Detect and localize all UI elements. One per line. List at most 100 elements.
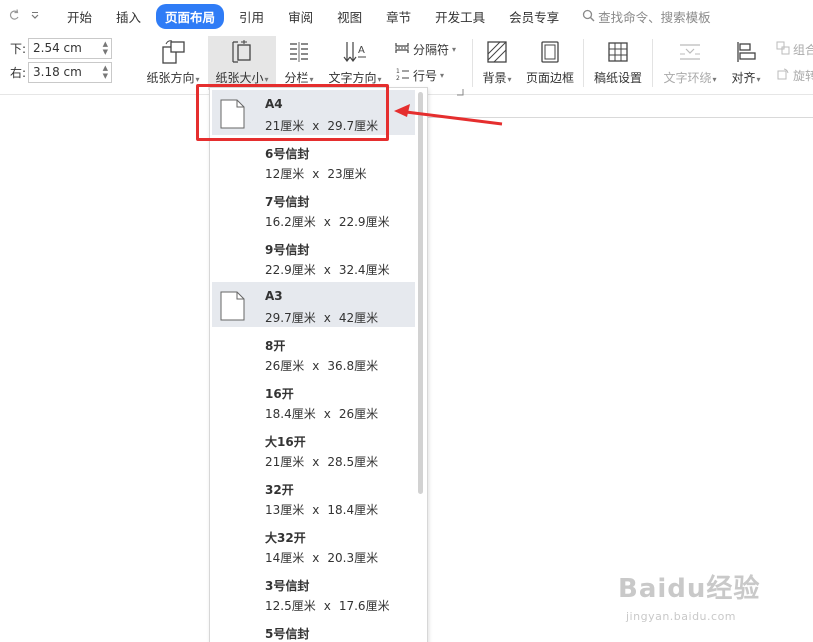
manuscript-icon	[607, 37, 629, 67]
paper-size-option[interactable]: 5号信封	[212, 618, 415, 642]
ribbon: ▲▼ 下: 2.54 cm ▲▼ ▲▼ 右: 3.18 cm ▲▼ 纸张方向▾ …	[0, 33, 813, 96]
paper-width: 22.9厘米	[265, 263, 316, 277]
paper-size-name: 8开	[265, 339, 286, 353]
tab-references[interactable]: 引用	[230, 4, 273, 29]
svg-text:A: A	[358, 45, 365, 56]
page-border-label: 页面边框	[525, 71, 574, 85]
tab-insert[interactable]: 插入	[107, 4, 150, 29]
page-border-icon	[540, 37, 560, 67]
rotate-label: 旋转	[793, 69, 813, 83]
paper-size-option[interactable]: 6号信封 12厘米 x 23厘米	[212, 138, 415, 183]
line-number-label: 行号	[413, 69, 438, 83]
margin-bottom-value: 2.54 cm	[33, 40, 82, 55]
tab-view[interactable]: 视图	[328, 4, 371, 29]
ribbon-divider	[472, 39, 473, 87]
paper-height: 42厘米	[338, 311, 379, 325]
paper-size-option[interactable]: 7号信封 16.2厘米 x 22.9厘米	[212, 186, 415, 231]
background-button[interactable]: 背景▾	[478, 37, 516, 86]
rotate-button[interactable]: 旋转	[776, 67, 813, 84]
paper-height: 18.4厘米	[327, 503, 379, 517]
watermark-brand: Baidu经验	[618, 574, 761, 604]
paper-size-option[interactable]: 9号信封 22.9厘米 x 32.4厘米	[212, 234, 415, 279]
line-number-icon: 12	[396, 67, 410, 84]
dims-separator: x	[312, 551, 320, 565]
paper-width: 16.2厘米	[265, 215, 316, 229]
text-wrap-button[interactable]: 文字环绕▾	[660, 37, 720, 86]
dims-separator: x	[323, 407, 331, 421]
customize-dropdown-icon[interactable]	[30, 10, 40, 24]
paper-size-name: 7号信封	[265, 195, 310, 209]
paper-size-option[interactable]: A3 29.7厘米 x 42厘米	[212, 282, 415, 327]
dims-separator: x	[312, 503, 320, 517]
command-search[interactable]: 查找命令、搜索模板	[582, 7, 711, 26]
margin-right-label: 右:	[9, 65, 26, 80]
group-button[interactable]: 组合	[776, 41, 813, 58]
group-icon	[776, 41, 790, 58]
columns-button[interactable]: 分栏▾	[280, 37, 318, 86]
paper-size-option[interactable]: 8开 26厘米 x 36.8厘米	[212, 330, 415, 375]
margin-right-value: 3.18 cm	[33, 64, 82, 79]
paper-size-name: 32开	[265, 483, 294, 497]
paper-size-dimensions: 26厘米 x 36.8厘米	[265, 357, 378, 374]
tab-home[interactable]: 开始	[58, 4, 101, 29]
tab-review[interactable]: 审阅	[279, 4, 322, 29]
paper-size-dimensions: 12厘米 x 23厘米	[265, 165, 367, 182]
paper-width: 12厘米	[265, 167, 305, 181]
paper-size-icon	[230, 37, 254, 67]
paper-size-name: A3	[265, 289, 283, 303]
baidu-watermark: Baidu经验 jingyan.baidu.com	[618, 566, 778, 636]
spinner-icon[interactable]: ▲ ▼	[103, 40, 108, 56]
margin-right-input[interactable]: 3.18 cm ▲ ▼	[28, 61, 112, 83]
dims-separator: x	[323, 311, 331, 325]
paper-size-dimensions: 16.2厘米 x 22.9厘米	[265, 213, 390, 230]
menu-bar: 开始 插入 页面布局 引用 审阅 视图 章节 开发工具 会员专享 查找命令、搜索…	[0, 0, 813, 33]
separator-label: 分隔符	[413, 43, 450, 57]
tab-page-layout[interactable]: 页面布局	[156, 4, 225, 29]
background-icon	[486, 37, 508, 67]
align-label: 对齐	[731, 71, 756, 85]
line-number-button[interactable]: 12 行号 ▾	[396, 67, 444, 84]
manuscript-settings-button[interactable]: 稿纸设置	[590, 37, 646, 86]
align-button[interactable]: 对齐▾	[728, 37, 764, 86]
tab-developer[interactable]: 开发工具	[426, 4, 494, 29]
tab-section[interactable]: 章节	[377, 4, 420, 29]
dims-separator: x	[312, 455, 320, 469]
paper-size-name: 大16开	[265, 435, 306, 449]
paper-height: 26厘米	[338, 407, 379, 421]
paper-size-option[interactable]: 3号信封 12.5厘米 x 17.6厘米	[212, 570, 415, 615]
paper-size-name: 6号信封	[265, 147, 310, 161]
paper-size-name: 16开	[265, 387, 294, 401]
columns-icon	[287, 37, 311, 67]
paper-size-option[interactable]: 大16开 21厘米 x 28.5厘米	[212, 426, 415, 471]
dims-separator: x	[323, 263, 331, 277]
paper-size-dropdown: A4 21厘米 x 29.7厘米 6号信封 12厘米 x 23厘米 7号信封 16.2厘米 x 22.…	[209, 87, 428, 642]
text-direction-button[interactable]: A 文字方向▾	[324, 37, 386, 86]
orientation-label: 纸张方向	[146, 71, 195, 85]
dropdown-scrollbar-thumb[interactable]	[418, 92, 423, 494]
orientation-button[interactable]: 纸张方向▾	[142, 37, 204, 86]
separator-button[interactable]: 分隔符 ▾	[394, 41, 456, 58]
paper-size-option[interactable]: 大32开 14厘米 x 20.3厘米	[212, 522, 415, 567]
paper-size-name: 5号信封	[265, 627, 310, 641]
paper-size-option[interactable]: 32开 13厘米 x 18.4厘米	[212, 474, 415, 519]
dims-separator: x	[323, 215, 331, 229]
paper-size-button[interactable]: 纸张大小▾	[208, 36, 276, 90]
columns-label: 分栏	[284, 71, 309, 85]
ribbon-divider	[652, 39, 653, 87]
paper-height: 32.4厘米	[338, 263, 390, 277]
quick-access	[0, 9, 58, 24]
background-label: 背景	[482, 71, 507, 85]
redo-icon[interactable]	[8, 9, 20, 24]
page-border-button[interactable]: 页面边框	[522, 37, 578, 86]
tab-member[interactable]: 会员专享	[500, 4, 568, 29]
text-direction-icon: A	[342, 37, 368, 67]
spinner-icon[interactable]: ▲ ▼	[103, 64, 108, 80]
margin-bottom-label: 下:	[9, 41, 26, 56]
text-direction-label: 文字方向	[328, 71, 377, 85]
text-wrap-label: 文字环绕	[663, 71, 712, 85]
paper-width: 18.4厘米	[265, 407, 316, 421]
paper-height: 23厘米	[327, 167, 367, 181]
paper-size-option[interactable]: 16开 18.4厘米 x 26厘米	[212, 378, 415, 423]
orientation-icon	[160, 37, 186, 67]
margin-bottom-input[interactable]: 2.54 cm ▲ ▼	[28, 37, 112, 59]
